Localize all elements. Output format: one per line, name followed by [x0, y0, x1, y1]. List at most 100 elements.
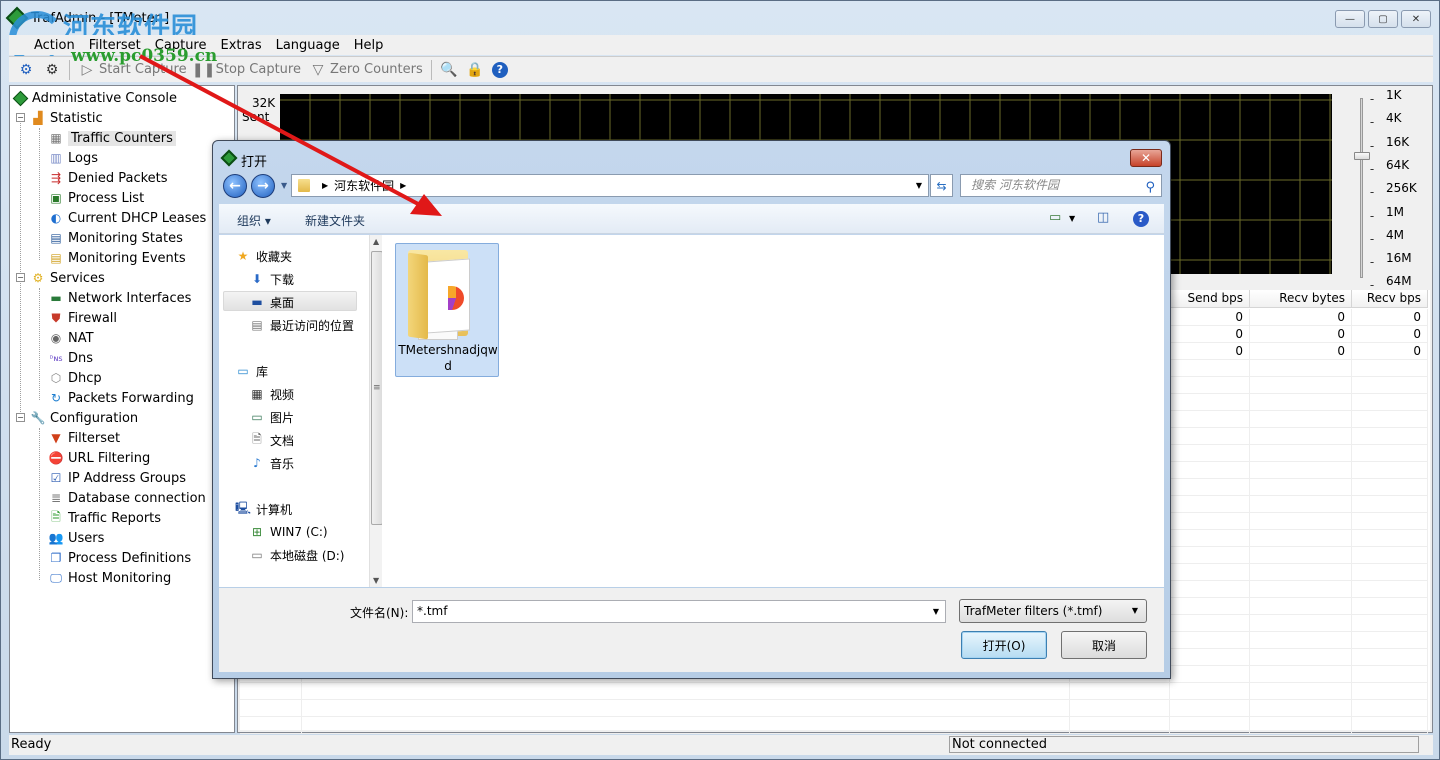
tree-group-services[interactable]: ⚙ Services: [30, 268, 105, 288]
tree-item-dhcp[interactable]: ⬡ Dhcp: [48, 368, 102, 388]
minimize-button[interactable]: —: [1335, 10, 1365, 28]
column-header[interactable]: Send bps: [1170, 290, 1250, 308]
back-button[interactable]: ←: [223, 174, 247, 198]
tree-item-process-definitions[interactable]: ❐ Process Definitions: [48, 548, 192, 568]
scale-tick: -: [1369, 255, 1375, 270]
close-button[interactable]: ✕: [1401, 10, 1431, 28]
scale-slider-track[interactable]: [1360, 98, 1363, 278]
tree-item-traffic-counters[interactable]: ▦ Traffic Counters: [48, 128, 176, 148]
tree-item-monitoring-states[interactable]: ▤ Monitoring States: [48, 228, 183, 248]
scale-slider-thumb[interactable]: [1354, 152, 1370, 160]
new-folder-button[interactable]: 新建文件夹: [305, 212, 365, 229]
maximize-button[interactable]: ▢: [1368, 10, 1398, 28]
nav-scrollbar[interactable]: ▲ ≡ ▼: [369, 235, 383, 587]
breadcrumb-item[interactable]: 河东软件园: [334, 177, 394, 194]
tree-item-denied-packets[interactable]: ⇶ Denied Packets: [48, 168, 168, 188]
users-icon: 👥: [48, 531, 64, 545]
refresh-button[interactable]: ⇆: [930, 174, 953, 197]
table-cell: 0: [1250, 309, 1352, 326]
tree-item-logs[interactable]: ▥ Logs: [48, 148, 98, 168]
connect-button[interactable]: ⚙: [13, 59, 39, 81]
nav-favorites[interactable]: ★ 收藏夹: [235, 246, 292, 266]
open-button[interactable]: 打开(O): [961, 631, 1047, 659]
tree-item-ip-address-groups[interactable]: ☑ IP Address Groups: [48, 468, 186, 488]
nav-drive-d[interactable]: ▭ 本地磁盘 (D:): [249, 545, 344, 565]
properties-button[interactable]: 🔍: [436, 59, 462, 81]
tree-group-configuration[interactable]: 🔧 Configuration: [30, 408, 139, 428]
address-dropdown-icon[interactable]: ▼: [916, 181, 922, 190]
recent-locations-dropdown[interactable]: ▼: [281, 181, 287, 190]
nav-downloads[interactable]: ⬇ 下载: [249, 269, 294, 289]
shield-icon: ⛊: [51, 310, 61, 325]
collapse-configuration[interactable]: −: [16, 413, 25, 422]
nav-libraries[interactable]: ▭ 库: [235, 361, 268, 381]
nav-label: 文档: [270, 433, 295, 448]
filename-dropdown-icon[interactable]: ▼: [933, 601, 939, 622]
computer-icon: 🖳: [235, 500, 252, 515]
tree-item-monitoring-events[interactable]: ▤ Monitoring Events: [48, 248, 185, 268]
folder-icon: [298, 179, 310, 192]
windows-drive-icon: ⊞: [251, 525, 263, 539]
table-cell: [1250, 615, 1352, 632]
zero-counters-button[interactable]: ▽ Zero Counters: [305, 59, 427, 81]
collapse-services[interactable]: −: [16, 273, 25, 282]
tree-item-network-interfaces[interactable]: ▬ Network Interfaces: [48, 288, 191, 308]
tree-item-dns[interactable]: ᴰɴs Dns: [48, 348, 93, 368]
view-options-icon[interactable]: ▭: [1049, 210, 1061, 225]
nav-videos[interactable]: ▦ 视频: [249, 384, 294, 404]
tree-group-statistic[interactable]: ▟ Statistic: [30, 108, 102, 128]
nav-music[interactable]: ♪ 音乐: [249, 453, 294, 473]
forward-button[interactable]: →: [251, 174, 275, 198]
menu-language[interactable]: Language: [269, 38, 347, 53]
column-header[interactable]: Recv bytes: [1250, 290, 1352, 308]
address-bar[interactable]: ▶ 河东软件园 ▶ ▼: [291, 174, 929, 197]
disconnect-button[interactable]: ⚙: [39, 59, 65, 81]
tree-item-nat[interactable]: ◉ NAT: [48, 328, 94, 348]
tree-item-database-connection[interactable]: ≣ Database connection: [48, 488, 206, 508]
search-input[interactable]: 搜索 河东软件园 ⚲: [960, 174, 1162, 197]
breadcrumb-chevron-icon[interactable]: ▶: [322, 181, 328, 190]
nav-documents[interactable]: 🗎 文档: [249, 430, 294, 450]
nav-drive-c[interactable]: ⊞ WIN7 (C:): [249, 522, 328, 542]
column-header[interactable]: Recv bps: [1352, 290, 1428, 308]
table-cell: [1250, 411, 1352, 428]
lock-button[interactable]: 🔒: [462, 59, 488, 81]
collapse-statistic[interactable]: −: [16, 113, 25, 122]
table-cell: [1250, 547, 1352, 564]
tree-item-dhcp-leases[interactable]: ◐ Current DHCP Leases: [48, 208, 207, 228]
scroll-down-icon[interactable]: ▼: [373, 576, 379, 585]
table-cell: [1352, 649, 1428, 666]
nav-computer[interactable]: 🖳 计算机: [235, 499, 292, 519]
tree-item-process-list[interactable]: ▣ Process List: [48, 188, 144, 208]
tree-item-users[interactable]: 👥 Users: [48, 528, 105, 548]
dialog-close-button[interactable]: ✕: [1130, 149, 1162, 167]
tree-root[interactable]: Administative Console: [12, 88, 177, 108]
tree-item-packets-forwarding[interactable]: ↻ Packets Forwarding: [48, 388, 194, 408]
tree-item-traffic-reports[interactable]: 🗎 Traffic Reports: [48, 508, 161, 528]
menu-extras[interactable]: Extras: [214, 38, 269, 53]
refresh-icon: ⇆: [936, 178, 947, 193]
preview-pane-icon[interactable]: ◫: [1097, 210, 1109, 225]
tree-item-url-filtering[interactable]: ⛔ URL Filtering: [48, 448, 151, 468]
menu-help[interactable]: Help: [347, 38, 391, 53]
help-button[interactable]: ?: [488, 59, 512, 81]
wrench-icon: 🔧: [30, 411, 46, 425]
filename-input[interactable]: *.tmf ▼: [412, 600, 946, 623]
dialog-help-icon[interactable]: ?: [1133, 211, 1149, 227]
cancel-button[interactable]: 取消: [1061, 631, 1147, 659]
view-dropdown-icon[interactable]: ▼: [1069, 214, 1075, 223]
nav-recent-places[interactable]: ▤ 最近访问的位置: [249, 315, 354, 335]
tree-item-host-monitoring[interactable]: 🖵 Host Monitoring: [48, 568, 171, 588]
organize-button[interactable]: 组织 ▾: [237, 212, 271, 229]
table-cell: [1250, 377, 1352, 394]
nav-pictures[interactable]: ▭ 图片: [249, 407, 294, 427]
file-item-folder[interactable]: TMetershnadjqwd: [395, 243, 499, 377]
connection-status: Not connected: [949, 736, 1419, 753]
nav-desktop[interactable]: ▬ 桌面: [249, 292, 294, 312]
filetype-select[interactable]: TrafMeter filters (*.tmf) ▼: [959, 599, 1147, 623]
tree-item-firewall[interactable]: ⛊ Firewall: [48, 308, 117, 328]
scroll-up-icon[interactable]: ▲: [373, 237, 379, 246]
table-cell: [1250, 649, 1352, 666]
breadcrumb-chevron-icon[interactable]: ▶: [400, 181, 406, 190]
tree-item-filterset[interactable]: ▼ Filterset: [48, 428, 120, 448]
